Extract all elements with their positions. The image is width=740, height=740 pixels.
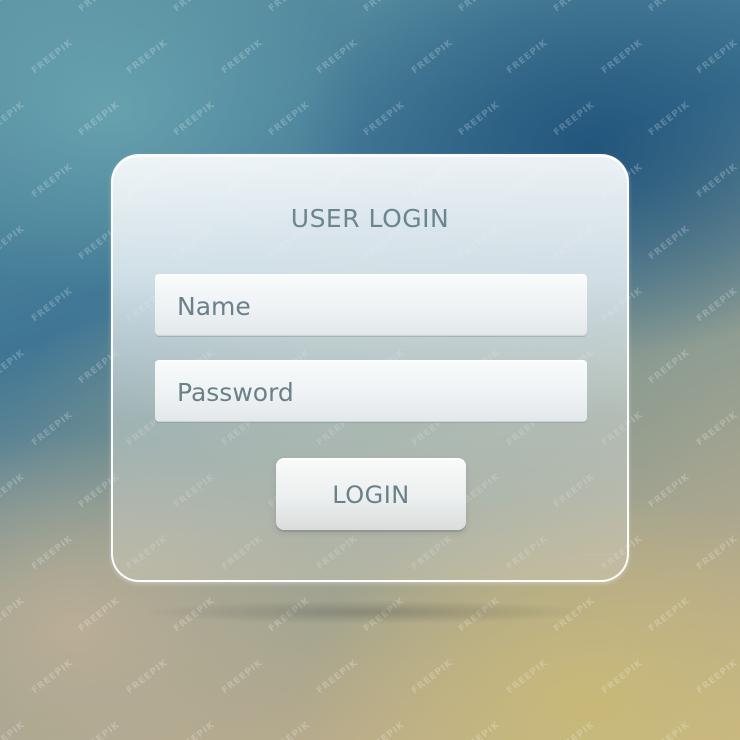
watermark-text: FREEPIK	[647, 471, 693, 511]
watermark-text: FREEPIK	[77, 595, 123, 635]
watermark-text: FREEPIK	[0, 471, 28, 511]
watermark-text: FREEPIK	[29, 533, 75, 573]
watermark-text: FREEPIK	[219, 37, 265, 77]
watermark-text: FREEPIK	[0, 0, 27, 14]
watermark-text: FREEPIK	[124, 657, 170, 697]
watermark-text: FREEPIK	[409, 657, 455, 697]
watermark-text: FREEPIK	[457, 99, 503, 139]
watermark-text: FREEPIK	[362, 0, 407, 14]
watermark-text: FREEPIK	[29, 285, 75, 325]
watermark-text: FREEPIK	[362, 99, 408, 139]
watermark-text: FREEPIK	[552, 0, 597, 14]
watermark-text: FREEPIK	[29, 409, 75, 449]
name-placeholder: Name	[177, 291, 251, 321]
watermark-text: FREEPIK	[267, 719, 313, 740]
watermark-text: FREEPIK	[647, 0, 692, 14]
watermark-text: FREEPIK	[172, 719, 218, 740]
watermark-text: FREEPIK	[29, 161, 75, 201]
watermark-text: FREEPIK	[314, 657, 360, 697]
watermark-text: FREEPIK	[647, 595, 693, 635]
watermark-text: FREEPIK	[694, 657, 740, 697]
login-button[interactable]: LOGIN	[276, 458, 466, 530]
watermark-text: FREEPIK	[124, 37, 170, 77]
watermark-text: FREEPIK	[77, 99, 123, 139]
watermark-text: FREEPIK	[694, 409, 740, 449]
password-placeholder: Password	[177, 377, 294, 407]
watermark-text: FREEPIK	[267, 0, 312, 14]
watermark-text: FREEPIK	[172, 99, 218, 139]
watermark-text: FREEPIK	[457, 0, 502, 14]
login-button-label: LOGIN	[332, 481, 410, 509]
watermark-text: FREEPIK	[694, 285, 740, 325]
watermark-text: FREEPIK	[362, 719, 408, 740]
watermark-text: FREEPIK	[694, 161, 740, 201]
watermark-text: FREEPIK	[77, 719, 123, 740]
password-field[interactable]: Password	[155, 360, 587, 422]
watermark-text: FREEPIK	[599, 37, 645, 77]
watermark-text: FREEPIK	[29, 657, 75, 697]
watermark-text: FREEPIK	[647, 99, 693, 139]
watermark-text: FREEPIK	[219, 657, 265, 697]
watermark-text: FREEPIK	[172, 0, 217, 14]
watermark-text: FREEPIK	[694, 533, 740, 573]
watermark-text: FREEPIK	[504, 657, 550, 697]
name-field[interactable]: Name	[155, 274, 587, 336]
watermark-text: FREEPIK	[457, 719, 503, 740]
watermark-text: FREEPIK	[647, 347, 693, 387]
watermark-text: FREEPIK	[409, 37, 455, 77]
watermark-text: FREEPIK	[0, 223, 28, 263]
watermark-text: FREEPIK	[0, 99, 28, 139]
watermark-text: FREEPIK	[314, 37, 360, 77]
login-card: USER LOGIN Name Password LOGIN	[111, 154, 629, 582]
watermark-text: FREEPIK	[77, 0, 122, 14]
login-title: USER LOGIN	[290, 204, 450, 233]
card-shadow	[140, 600, 600, 624]
watermark-text: FREEPIK	[694, 37, 740, 77]
watermark-text: FREEPIK	[552, 719, 598, 740]
watermark-text: FREEPIK	[29, 37, 75, 77]
watermark-text: FREEPIK	[267, 99, 313, 139]
watermark-text: FREEPIK	[0, 595, 28, 635]
watermark-text: FREEPIK	[0, 347, 28, 387]
watermark-text: FREEPIK	[0, 719, 28, 740]
watermark-text: FREEPIK	[647, 223, 693, 263]
watermark-text: FREEPIK	[599, 657, 645, 697]
watermark-text: FREEPIK	[504, 37, 550, 77]
watermark-text: FREEPIK	[552, 99, 598, 139]
watermark-text: FREEPIK	[647, 719, 693, 740]
